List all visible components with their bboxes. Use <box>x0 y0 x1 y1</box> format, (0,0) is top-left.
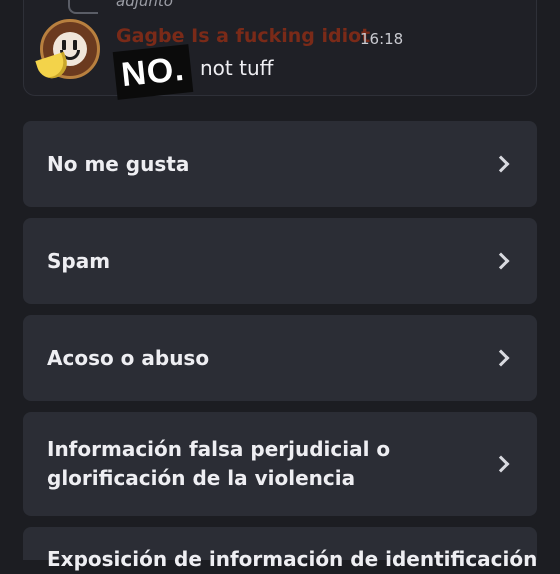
message-username: Gagbe Is a fucking idiot <box>116 25 371 47</box>
message-timestamp: 16:18 <box>360 30 404 48</box>
no-sticker: NO. <box>112 44 194 100</box>
chevron-right-icon <box>493 454 513 474</box>
chevron-right-icon <box>493 154 513 174</box>
report-option-exposicion-informacion[interactable]: Exposición de información de identificac… <box>23 527 537 571</box>
chevron-right-icon <box>493 251 513 271</box>
avatar-eye <box>73 40 77 50</box>
reply-preview-text: adjunto <box>116 0 173 10</box>
report-option-informacion-falsa[interactable]: Información falsa perjudicial o glorific… <box>23 412 537 516</box>
reported-message-card <box>23 0 537 96</box>
report-option-no-me-gusta[interactable]: No me gusta <box>23 121 537 207</box>
report-option-spam[interactable]: Spam <box>23 218 537 304</box>
message-text: not tuff <box>200 56 274 80</box>
report-option-acoso-abuso[interactable]: Acoso o abuso <box>23 315 537 401</box>
report-option-label: Acoso o abuso <box>47 345 210 370</box>
report-option-label: No me gusta <box>47 151 190 176</box>
report-option-label: Spam <box>47 248 111 273</box>
chevron-right-icon <box>493 348 513 368</box>
reply-connector <box>68 0 98 14</box>
report-option-label: Información falsa perjudicial o glorific… <box>47 437 391 490</box>
avatar-eye <box>62 40 66 50</box>
